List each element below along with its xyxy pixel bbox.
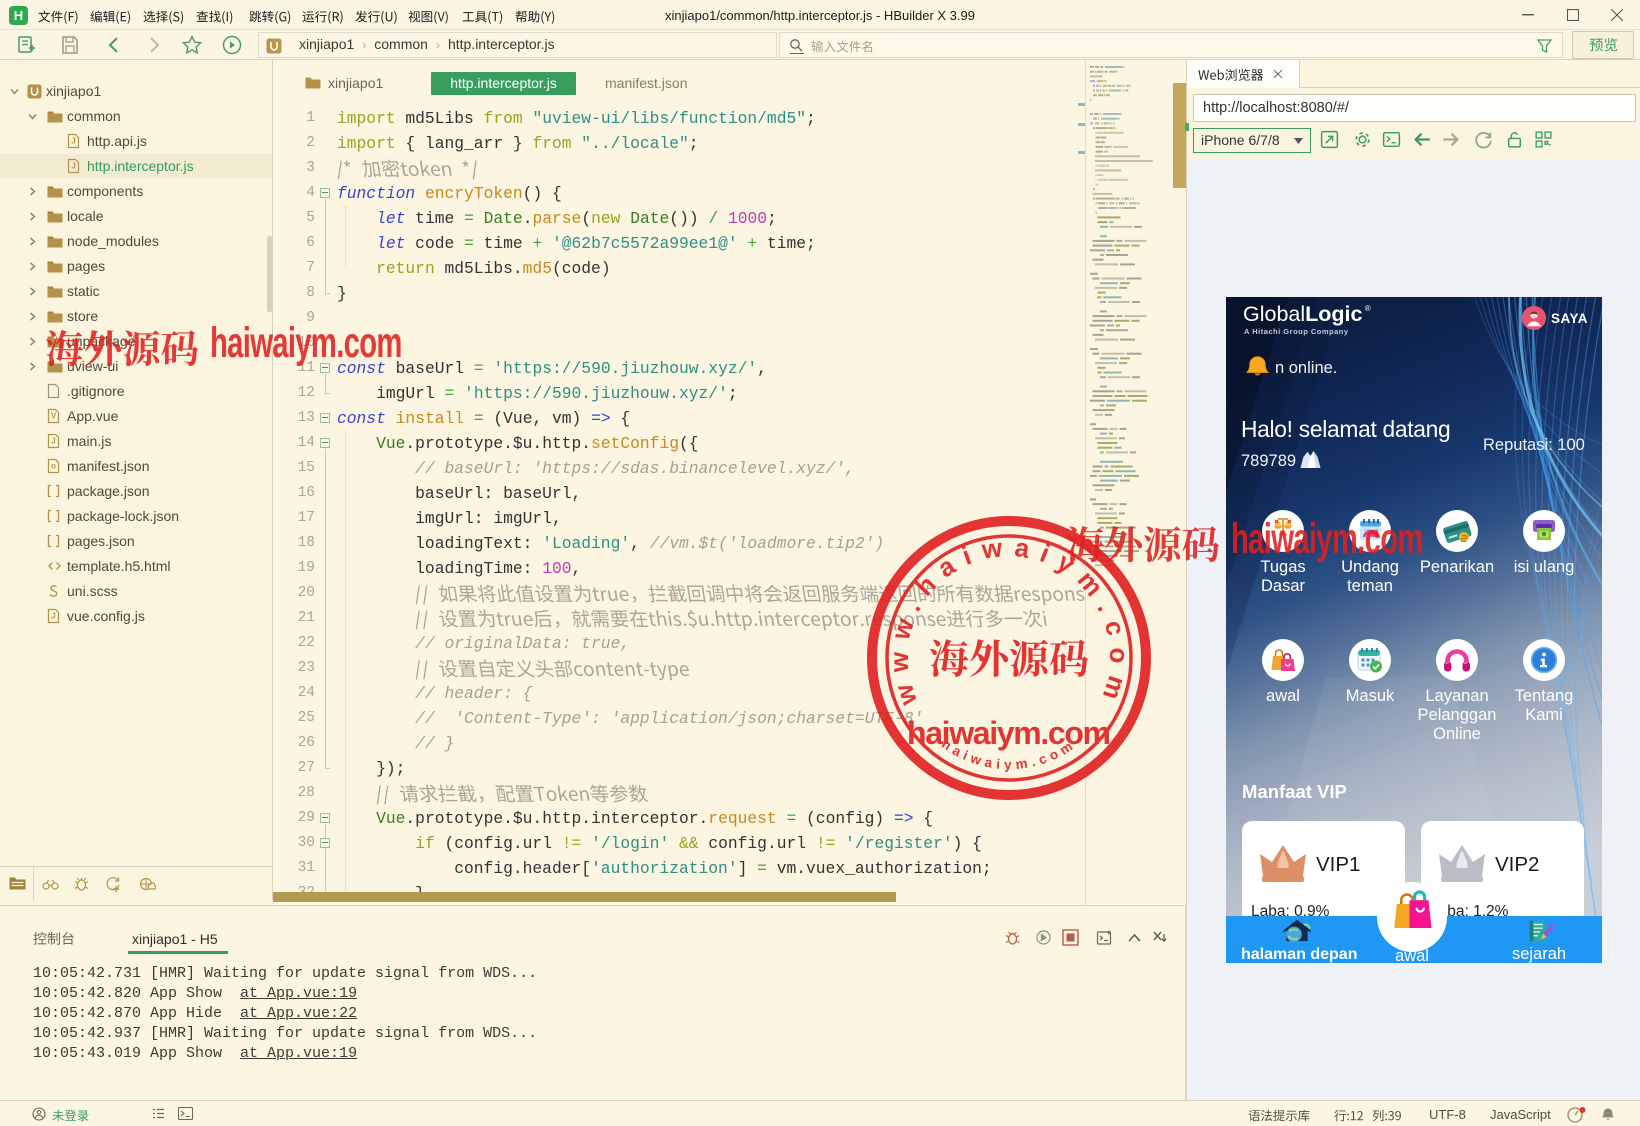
svg-text:V: V bbox=[51, 412, 57, 421]
svg-text:J: J bbox=[71, 162, 75, 171]
svg-text:o: o bbox=[51, 462, 56, 471]
svg-text:haiwaiym.com: haiwaiym.com bbox=[907, 715, 1111, 751]
svg-text:J: J bbox=[51, 437, 55, 446]
svg-text:J: J bbox=[51, 612, 55, 621]
svg-text:J: J bbox=[71, 137, 75, 146]
